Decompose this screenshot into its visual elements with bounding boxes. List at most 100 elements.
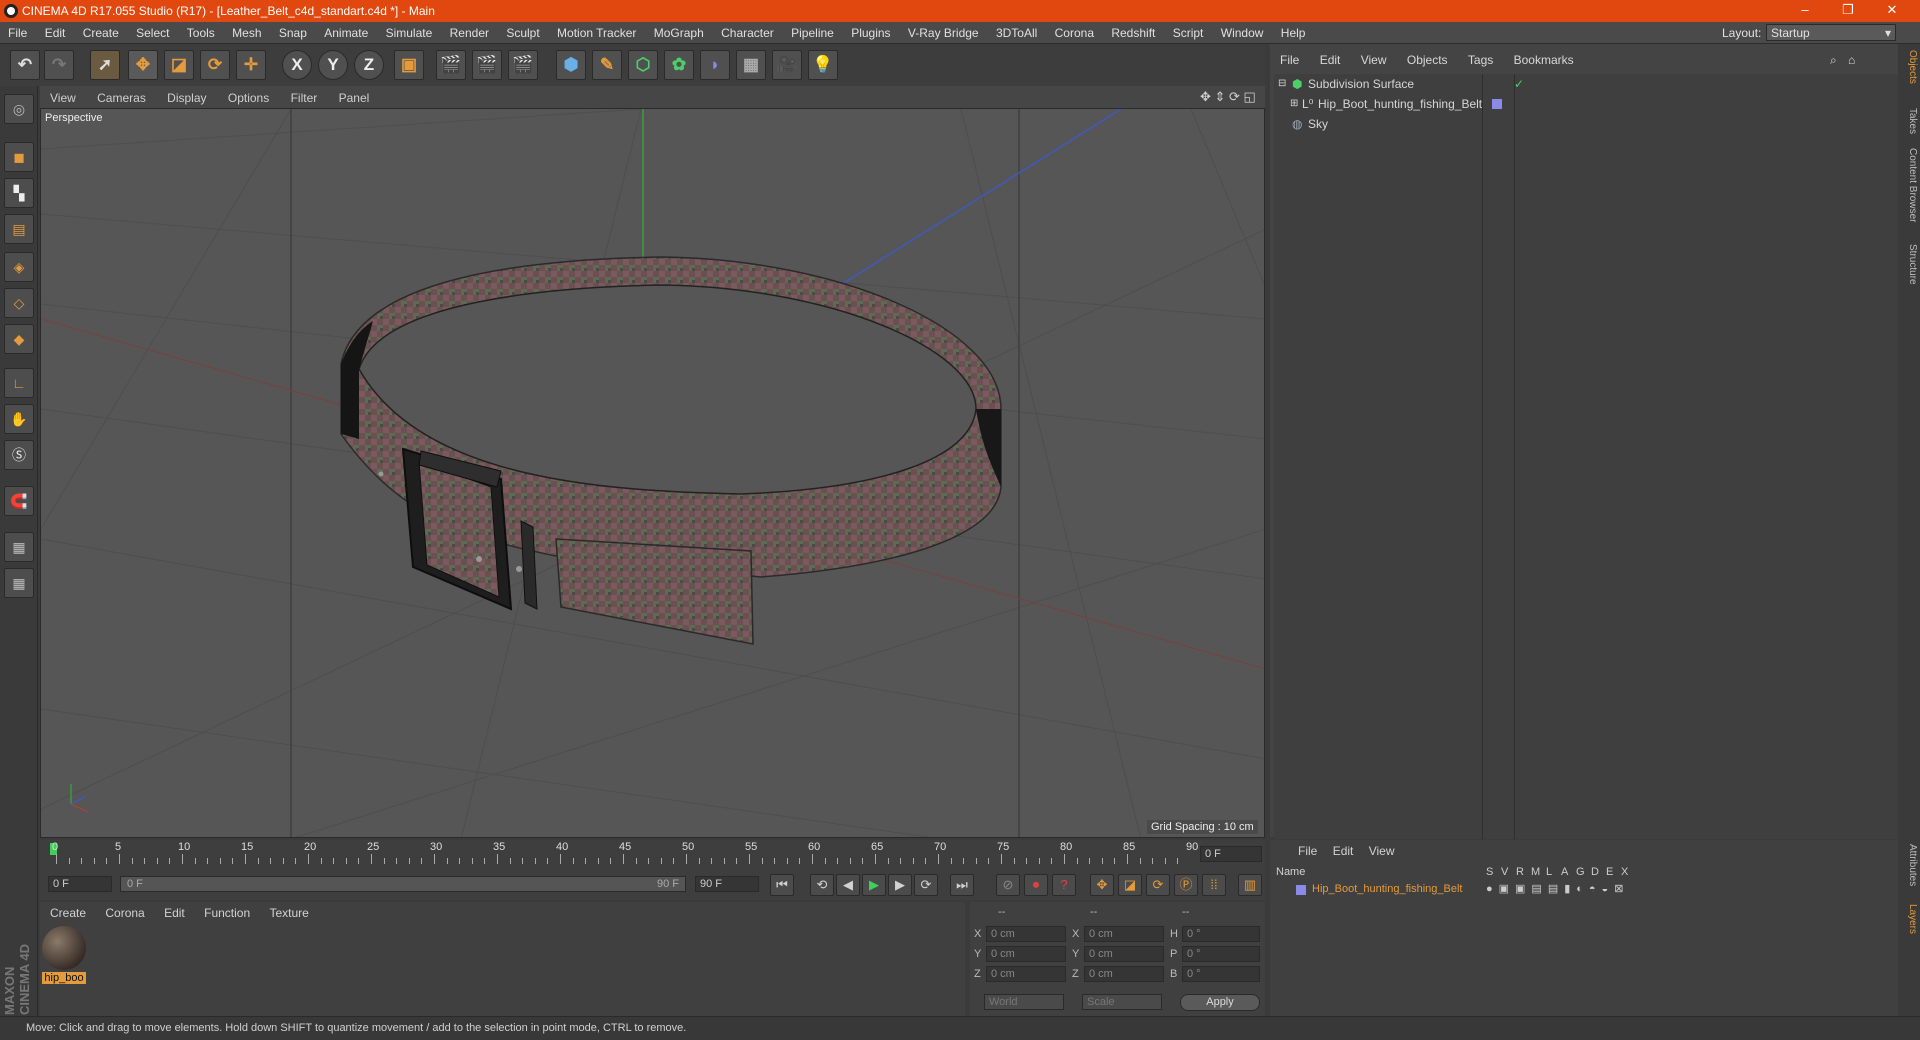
play-icon[interactable]: ▶: [862, 874, 886, 896]
menu-plugins[interactable]: Plugins: [843, 22, 896, 40]
pen-icon[interactable]: ✎: [592, 50, 622, 80]
material-swatch[interactable]: [42, 926, 86, 970]
menu-character[interactable]: Character: [713, 22, 780, 40]
menu-tools[interactable]: Tools: [179, 22, 221, 40]
layer-menu-edit[interactable]: Edit: [1327, 844, 1360, 858]
end-frame-field[interactable]: 90 F: [695, 876, 759, 892]
magnet-icon[interactable]: 🧲: [4, 486, 34, 516]
menu-simulate[interactable]: Simulate: [378, 22, 439, 40]
tab-takes[interactable]: Takes: [1900, 108, 1918, 134]
scene-canvas[interactable]: [41, 109, 1265, 838]
layer-row[interactable]: Hip_Boot_hunting_fishing_Belt ●▣▣▤▤▮◐◓◒⊠: [1274, 882, 1894, 898]
live-selection-button[interactable]: ➚: [90, 50, 120, 80]
enabled-check-icon[interactable]: ✓: [1514, 74, 1524, 94]
om-menu-file[interactable]: File: [1270, 50, 1306, 67]
x-axis-button[interactable]: X: [282, 50, 312, 80]
position-y-field[interactable]: 0 cm: [986, 946, 1066, 962]
object-row-belt[interactable]: ⊞ L⁰ Hip_Boot_hunting_fishing_Belt: [1278, 94, 1898, 114]
floor-icon[interactable]: ▦: [736, 50, 766, 80]
cube-icon[interactable]: ⬢: [556, 50, 586, 80]
motion-record-icon[interactable]: ⊘: [996, 874, 1020, 896]
viewport-menu-panel[interactable]: Panel: [329, 86, 378, 105]
minimize-button[interactable]: –: [1785, 2, 1825, 17]
move-button[interactable]: ✥: [128, 50, 158, 80]
menu-motion-tracker[interactable]: Motion Tracker: [549, 22, 642, 40]
menu-render[interactable]: Render: [442, 22, 495, 40]
restore-button[interactable]: ❐: [1828, 2, 1868, 18]
layer-flag-icons[interactable]: ●▣▣▤▤▮◐◓◒⊠: [1486, 882, 1629, 895]
tweak-mode-icon[interactable]: ✋: [4, 404, 34, 434]
snap-icon[interactable]: Ⓢ: [4, 440, 34, 470]
next-key-icon[interactable]: ⟳: [914, 874, 938, 896]
rotation-b-field[interactable]: 0 °: [1182, 966, 1260, 982]
viewport-menu-cameras[interactable]: Cameras: [87, 86, 154, 105]
viewport-menu-display[interactable]: Display: [157, 86, 214, 105]
apply-button[interactable]: Apply: [1180, 994, 1260, 1011]
mat-menu-edit[interactable]: Edit: [154, 902, 191, 920]
auto-key-icon[interactable]: ?: [1052, 874, 1076, 896]
om-menu-edit[interactable]: Edit: [1310, 50, 1348, 67]
timeline-ruler[interactable]: 0 5 10 15 20 25 30 35 40 45 50 55 60 65 70 75 80 85 90 0 F: [40, 840, 1265, 870]
menu-select[interactable]: Select: [128, 22, 175, 40]
menu-edit[interactable]: Edit: [37, 22, 72, 40]
om-menu-tags[interactable]: Tags: [1458, 50, 1500, 67]
current-frame-field[interactable]: 0 F: [1200, 846, 1262, 862]
om-menu-bookmarks[interactable]: Bookmarks: [1504, 50, 1581, 67]
key-rotate-icon[interactable]: ⟳: [1146, 874, 1170, 896]
rotation-h-field[interactable]: 0 °: [1182, 926, 1260, 942]
render-picture-viewer-icon[interactable]: 🎬: [472, 50, 502, 80]
scale-button[interactable]: ◪: [164, 50, 194, 80]
render-view-icon[interactable]: 🎬: [436, 50, 466, 80]
previous-key-icon[interactable]: ⟲: [810, 874, 834, 896]
menu-animate[interactable]: Animate: [316, 22, 374, 40]
subdivision-icon[interactable]: ⬡: [628, 50, 658, 80]
workplane-icon[interactable]: ▤: [4, 214, 34, 244]
tab-layers[interactable]: Layers: [1900, 904, 1918, 934]
perspective-viewport[interactable]: Perspective Grid Spacing : 10 cm: [40, 108, 1265, 838]
next-frame-icon[interactable]: ▶: [888, 874, 912, 896]
z-axis-button[interactable]: Z: [354, 50, 384, 80]
menu-pipeline[interactable]: Pipeline: [783, 22, 840, 40]
record-icon[interactable]: ⏺: [1024, 874, 1048, 896]
key-move-icon[interactable]: ✥: [1090, 874, 1114, 896]
menu-window[interactable]: Window: [1213, 22, 1270, 40]
deformer-icon[interactable]: ◗: [700, 50, 730, 80]
mat-menu-corona[interactable]: Corona: [95, 902, 150, 920]
texture-mode-icon[interactable]: ▚: [4, 178, 34, 208]
range-slider[interactable]: 0 F 90 F: [120, 876, 686, 892]
tab-structure[interactable]: Structure: [1900, 244, 1918, 285]
go-to-end-icon[interactable]: ⏭: [950, 874, 974, 896]
mat-menu-texture[interactable]: Texture: [259, 902, 314, 920]
viewport-menu-filter[interactable]: Filter: [281, 86, 326, 105]
previous-frame-icon[interactable]: ◀: [836, 874, 860, 896]
expand-icon[interactable]: ⊞: [1290, 94, 1298, 114]
size-y-field[interactable]: 0 cm: [1084, 946, 1164, 962]
rotation-p-field[interactable]: 0 °: [1182, 946, 1260, 962]
tab-attributes[interactable]: Attributes: [1900, 844, 1918, 886]
y-axis-button[interactable]: Y: [318, 50, 348, 80]
size-z-field[interactable]: 0 cm: [1084, 966, 1164, 982]
menu-3dtoall[interactable]: 3DToAll: [988, 22, 1043, 40]
undo-button[interactable]: ↶: [10, 50, 40, 80]
close-button[interactable]: ✕: [1872, 2, 1912, 18]
material-name[interactable]: hip_boo: [42, 972, 86, 984]
mat-menu-function[interactable]: Function: [194, 902, 256, 920]
om-menu-view[interactable]: View: [1351, 50, 1394, 67]
model-mode-icon[interactable]: ◼: [4, 142, 34, 172]
position-z-field[interactable]: 0 cm: [986, 966, 1066, 982]
layout-dropdown[interactable]: Startup ▾: [1766, 24, 1896, 41]
coordinate-system-icon[interactable]: ▣: [394, 50, 424, 80]
grid-snap-icon[interactable]: ▦: [4, 568, 34, 598]
camera-icon[interactable]: 🎥: [772, 50, 802, 80]
viewport-menu-options[interactable]: Options: [218, 86, 277, 105]
axis-mode-icon[interactable]: ∟: [4, 368, 34, 398]
key-scale-icon[interactable]: ◪: [1118, 874, 1142, 896]
home-icon[interactable]: ⌂: [1848, 50, 1855, 67]
start-frame-field[interactable]: 0 F: [48, 876, 112, 892]
tab-objects[interactable]: Objects: [1900, 50, 1918, 84]
position-x-field[interactable]: 0 cm: [986, 926, 1066, 942]
menu-script[interactable]: Script: [1165, 22, 1210, 40]
key-pla-icon[interactable]: ⁞⁞: [1202, 874, 1226, 896]
menu-mesh[interactable]: Mesh: [224, 22, 267, 40]
menu-vray-bridge[interactable]: V-Ray Bridge: [900, 22, 985, 40]
